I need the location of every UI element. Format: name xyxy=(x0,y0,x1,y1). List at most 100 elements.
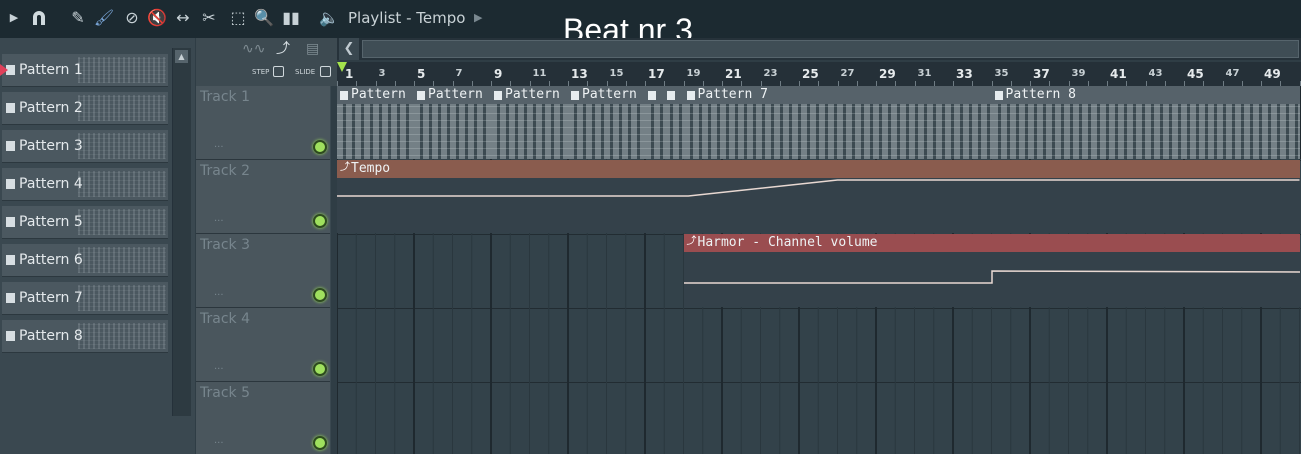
pattern-icon xyxy=(6,141,15,151)
slip-icon[interactable]: ↔ xyxy=(172,8,194,28)
pattern-clip[interactable]: Pattern 1 xyxy=(337,86,415,159)
play-arrow-icon[interactable]: ▶ xyxy=(8,8,20,28)
select-icon[interactable]: ⬚ xyxy=(227,8,249,28)
pattern-label: Pattern 8 xyxy=(19,328,83,344)
track-options-dots[interactable]: ... xyxy=(214,436,224,446)
clip-notes xyxy=(645,104,665,159)
pattern-thumbnail xyxy=(78,95,166,121)
step-checkbox[interactable] xyxy=(273,66,284,77)
playlist-window: ▶ ✎ 🖌 ⊘ 🔇 ↔ ✂ ⬚ 🔍 ▮▮ 🔈 Playlist - Tempo … xyxy=(0,0,1301,454)
track-options-dots[interactable]: ... xyxy=(214,362,224,372)
track-header[interactable]: Track 2... xyxy=(196,160,330,234)
clip-label: Pattern 8 xyxy=(1005,87,1076,102)
clip-label: Pattern 1 xyxy=(351,87,415,102)
clip-label: Pattern 3 xyxy=(505,87,569,102)
selected-pattern-arrow-icon xyxy=(0,64,8,76)
track-mute-led[interactable] xyxy=(313,362,327,376)
track-label: Track 3 xyxy=(200,237,250,253)
paint-icon[interactable]: 🖌 xyxy=(93,8,115,28)
clip-header: Pattern 4 xyxy=(568,86,645,104)
clip-label: Tempo xyxy=(351,161,391,176)
pattern-label: Pattern 4 xyxy=(19,176,83,192)
delete-icon[interactable]: ⊘ xyxy=(121,8,143,28)
pattern-thumbnail xyxy=(78,285,166,311)
pattern-item[interactable]: Pattern 8 xyxy=(2,320,168,353)
track-tools: ∿∿ ⤴ ▤ STEP SLIDE xyxy=(196,38,337,86)
scroll-thumb[interactable] xyxy=(362,40,1299,58)
automation-clip[interactable]: ⤴ Tempo xyxy=(337,160,1300,233)
playlist-grid[interactable]: Pattern 1 Pattern 2 Pattern 3 Pattern 4 Patt… xyxy=(337,86,1301,454)
slice-icon[interactable]: ✂ xyxy=(198,8,220,28)
ruler-number: 25 xyxy=(802,67,819,81)
pattern-item[interactable]: Pattern 2 xyxy=(2,92,168,125)
ruler-number: 23 xyxy=(763,68,778,79)
piano-icon[interactable]: ▤ xyxy=(306,40,328,58)
pattern-label: Pattern 2 xyxy=(19,100,83,116)
window-title: Playlist - Tempo xyxy=(348,9,466,27)
ruler-number: 3 xyxy=(378,68,386,79)
pattern-clip-icon xyxy=(994,91,1003,100)
pattern-item[interactable]: Pattern 1 xyxy=(2,54,168,87)
draw-icon[interactable]: ✎ xyxy=(67,8,89,28)
automation-line xyxy=(337,179,1300,197)
slide-checkbox[interactable] xyxy=(320,66,331,77)
pattern-clip[interactable] xyxy=(645,86,666,159)
clip-header: Pattern 2 xyxy=(414,86,491,104)
playback-icon[interactable]: ▮▮ xyxy=(280,8,302,28)
ruler-number: 21 xyxy=(725,67,742,81)
automation-curve xyxy=(683,270,1300,284)
track-mute-led[interactable] xyxy=(313,288,327,302)
ruler-number: 9 xyxy=(494,67,503,81)
mute-icon[interactable]: 🔇 xyxy=(146,8,168,28)
clip-notes xyxy=(664,104,684,159)
automation-clip[interactable]: ⤴ Harmor - Channel volume xyxy=(683,234,1300,307)
clip-notes xyxy=(414,104,491,159)
pattern-clip[interactable]: Pattern 2 xyxy=(414,86,492,159)
track-header[interactable]: Track 3... xyxy=(196,234,330,308)
track-label: Track 2 xyxy=(200,163,250,179)
track-header[interactable]: Track 5... xyxy=(196,382,330,454)
pattern-item[interactable]: Pattern 3 xyxy=(2,130,168,163)
clip-label: Pattern 4 xyxy=(582,87,646,102)
zoom-icon[interactable]: 🔍 xyxy=(253,8,275,28)
ruler-number: 13 xyxy=(571,67,588,81)
track-mute-led[interactable] xyxy=(313,214,327,228)
ruler-number: 11 xyxy=(532,68,547,79)
pattern-item[interactable]: Pattern 5 xyxy=(2,206,168,239)
pattern-label: Pattern 1 xyxy=(19,62,83,78)
playhead-marker[interactable] xyxy=(337,62,347,72)
pattern-clip-icon xyxy=(417,91,425,100)
ruler-number: 47 xyxy=(1225,68,1240,79)
pattern-clip[interactable]: Pattern 7 xyxy=(683,86,993,159)
track-header[interactable]: Track 1... xyxy=(196,86,330,160)
automation-icon[interactable]: ⤴ xyxy=(276,40,298,58)
automation-clip-icon: ⤴ xyxy=(340,162,350,173)
pattern-clip[interactable]: Pattern 3 xyxy=(491,86,569,159)
clip-notes xyxy=(568,104,645,159)
title-arrow-icon[interactable]: ▶ xyxy=(474,9,482,27)
track-mute-led[interactable] xyxy=(313,436,327,450)
pattern-list-scrollbar[interactable] xyxy=(172,48,191,416)
pattern-item[interactable]: Pattern 4 xyxy=(2,168,168,201)
title-bar: ▶ ✎ 🖌 ⊘ 🔇 ↔ ✂ ⬚ 🔍 ▮▮ 🔈 Playlist - Tempo … xyxy=(0,0,1301,48)
scroll-up-icon[interactable]: ▲ xyxy=(175,50,188,63)
track-header[interactable]: Track 4... xyxy=(196,308,330,382)
pattern-item[interactable]: Pattern 6 xyxy=(2,244,168,277)
pattern-item[interactable]: Pattern 7 xyxy=(2,282,168,315)
track-options-dots[interactable]: ... xyxy=(214,214,224,224)
timeline-ruler[interactable]: 1 3 5 7 9 11 13 15 17 19 21 23 25 27 29 31 33 35 37 39 41 43 4… xyxy=(337,62,1301,86)
track-options-dots[interactable]: ... xyxy=(214,140,224,150)
pattern-clip[interactable]: Pattern 4 xyxy=(568,86,646,159)
pattern-clip-icon xyxy=(494,91,502,100)
speaker-icon[interactable]: 🔈 xyxy=(318,8,340,28)
pattern-icon xyxy=(6,179,15,189)
pattern-clip[interactable]: Pattern 8 xyxy=(991,86,1301,159)
waveform-icon[interactable]: ∿∿ xyxy=(242,40,266,58)
ruler-number: 45 xyxy=(1187,67,1204,81)
track-options-dots[interactable]: ... xyxy=(214,288,224,298)
pattern-thumbnail xyxy=(78,133,166,159)
scroll-left-icon[interactable]: ❮ xyxy=(339,38,359,60)
magnet-icon[interactable] xyxy=(28,8,50,28)
track-mute-led[interactable] xyxy=(313,140,327,154)
pattern-clip[interactable] xyxy=(664,86,685,159)
